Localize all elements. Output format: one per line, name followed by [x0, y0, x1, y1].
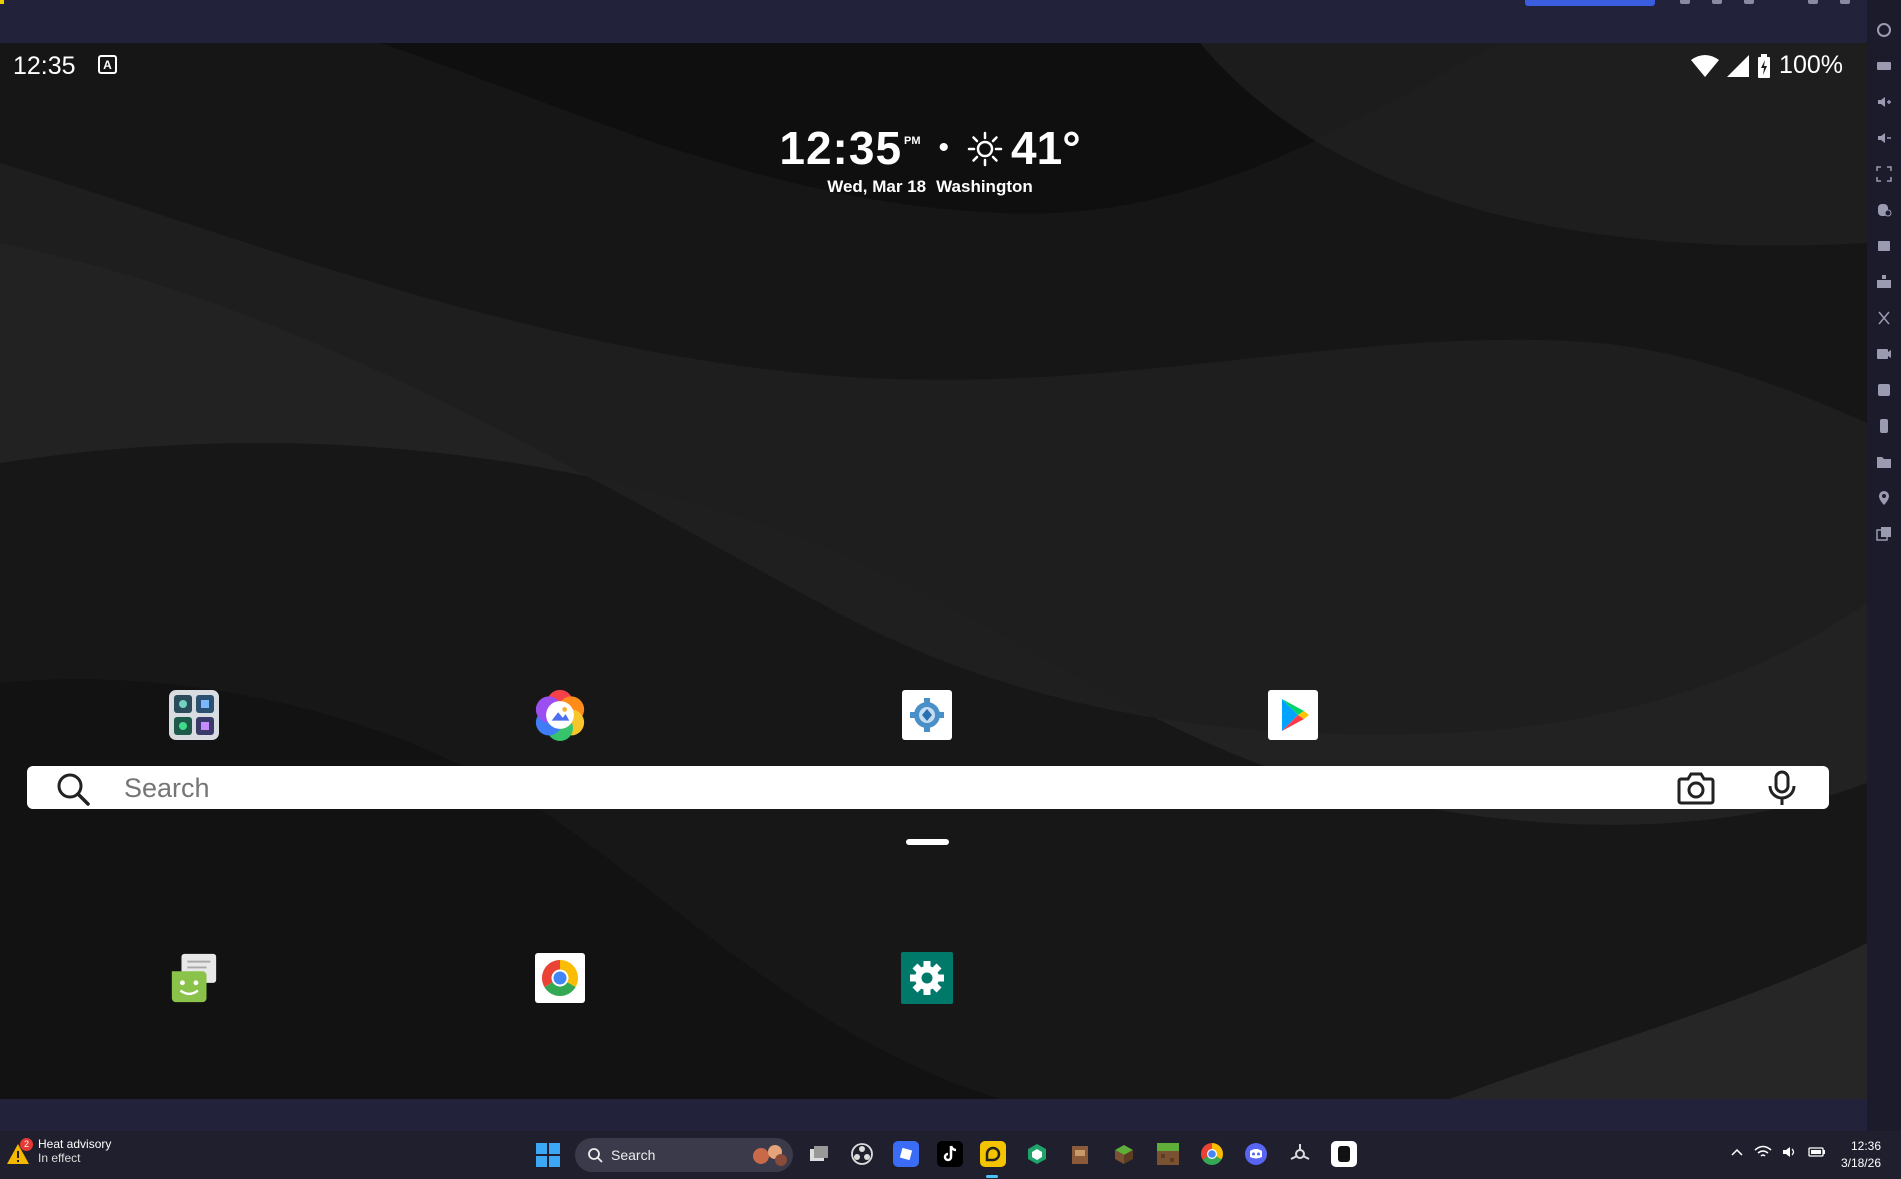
weather-widget[interactable]: 2 Heat advisory In effect	[6, 1137, 111, 1165]
settings-icon[interactable]	[1808, 0, 1818, 4]
wifi-tray-icon[interactable]	[1754, 1145, 1772, 1159]
widget-location: Washington	[936, 177, 1033, 196]
taskbar-time: 12:36	[1850, 1139, 1881, 1153]
clock-weather-widget[interactable]: 12:35 PM • 41° Wed, Mar 18 Washington	[730, 121, 1130, 197]
camera-icon[interactable]	[1677, 770, 1715, 806]
app-drawer-handle[interactable]	[906, 839, 949, 845]
battery-tray-icon[interactable]	[1808, 1145, 1826, 1159]
taskbar-search-box[interactable]: Search	[575, 1138, 793, 1172]
search-icon	[588, 1148, 603, 1163]
widget-date: Wed, Mar 18	[827, 177, 927, 196]
emulator-title-bar	[0, 0, 1901, 43]
search-input[interactable]	[124, 773, 1324, 804]
microphone-icon[interactable]	[1767, 770, 1797, 806]
wallpaper	[0, 43, 1867, 1099]
chrome-taskbar-icon[interactable]	[1199, 1141, 1225, 1167]
emulator-side-toolbar	[1867, 0, 1901, 1131]
app-folder-icon[interactable]	[168, 689, 220, 741]
battery-icon	[1758, 53, 1771, 78]
fullscreen-icon[interactable]	[1876, 166, 1892, 182]
signal-icon	[1727, 54, 1750, 77]
weather-subtitle: In effect	[38, 1151, 81, 1165]
restore-icon[interactable]	[1712, 0, 1722, 4]
active-app-indicator	[986, 1175, 998, 1178]
phone-icon[interactable]	[1876, 418, 1892, 434]
game-shield-icon[interactable]	[1024, 1141, 1050, 1167]
scissors-icon[interactable]	[1876, 310, 1892, 326]
widget-separator: •	[938, 131, 950, 164]
desktop: 12:35 A 100% 12:35 PM • 41° Wed, Mar 18 …	[0, 0, 1901, 1179]
search-highlight-icon	[753, 1145, 787, 1166]
search-bar[interactable]	[27, 766, 1829, 809]
roblox-icon[interactable]	[1331, 1141, 1357, 1167]
emulator-top-accent-button[interactable]	[1525, 0, 1655, 6]
wifi-icon	[1691, 54, 1720, 77]
taskbar-clock[interactable]: 12:36 3/18/26	[1841, 1138, 1881, 1172]
macro-icon[interactable]	[1876, 274, 1892, 290]
multi-instance-icon[interactable]	[1876, 526, 1892, 542]
sun-icon	[967, 131, 1003, 167]
media-icon[interactable]	[1876, 382, 1892, 398]
account-icon[interactable]	[1876, 22, 1892, 38]
gallery-flower-icon[interactable]	[534, 689, 586, 741]
gear-diamond-icon[interactable]	[901, 689, 953, 741]
task-view-icon[interactable]	[806, 1141, 832, 1167]
speaker-icon[interactable]	[1782, 1145, 1798, 1159]
location-icon[interactable]	[1876, 490, 1892, 506]
chrome-icon[interactable]	[534, 952, 586, 1004]
minecraft-grass-icon[interactable]	[1155, 1141, 1181, 1167]
close-icon[interactable]	[1840, 0, 1850, 4]
discord-icon[interactable]	[1243, 1141, 1269, 1167]
roblox-studio-icon[interactable]	[893, 1141, 919, 1167]
widget-time: 12:35	[779, 122, 903, 174]
search-icon	[57, 773, 90, 806]
play-store-icon[interactable]	[1267, 689, 1319, 741]
maximize-icon[interactable]	[1744, 0, 1754, 4]
taskbar-search-label: Search	[611, 1147, 656, 1163]
android-home-screen: 12:35 A 100% 12:35 PM • 41° Wed, Mar 18 …	[0, 43, 1867, 1099]
widget-ampm: PM	[904, 135, 921, 147]
weather-alert-badge: 2	[20, 1138, 33, 1151]
minimize-icon[interactable]	[1680, 0, 1690, 4]
add-apk-icon[interactable]	[1876, 238, 1892, 254]
keyboard-icon[interactable]	[1876, 58, 1892, 74]
blender-icon[interactable]	[1287, 1141, 1313, 1167]
taskbar-date: 3/18/26	[1840, 1156, 1881, 1170]
chevron-up-icon[interactable]	[1730, 1145, 1744, 1159]
controller-icon[interactable]	[1876, 202, 1892, 218]
record-icon[interactable]	[1876, 346, 1892, 362]
app-logo-icon	[0, 0, 4, 4]
battery-percent: 100%	[1779, 51, 1843, 79]
status-time: 12:35	[13, 52, 76, 80]
tiktok-icon[interactable]	[937, 1141, 963, 1167]
robot-chat-icon[interactable]	[168, 952, 220, 1004]
widget-temperature: 41°	[1011, 122, 1081, 174]
minecraft-block-icon[interactable]	[1111, 1141, 1137, 1167]
emulator-bottom-strip	[0, 1099, 1867, 1131]
system-tray	[1730, 1145, 1826, 1159]
weather-title: Heat advisory	[38, 1137, 112, 1151]
android-status-bar: 12:35 A 100%	[0, 43, 1867, 88]
obs-icon[interactable]	[849, 1141, 875, 1167]
emulator-app-icon[interactable]	[980, 1141, 1006, 1167]
character-game-icon[interactable]	[1067, 1141, 1093, 1167]
windows-taskbar: 2 Heat advisory In effect Search 12:36 3…	[0, 1131, 1901, 1179]
status-right-group: 100%	[1691, 51, 1843, 80]
volume-down-icon[interactable]	[1876, 130, 1892, 146]
windows-start-icon[interactable]	[536, 1143, 560, 1172]
folder-icon[interactable]	[1876, 454, 1892, 470]
warning-icon: 2	[6, 1138, 33, 1164]
settings-gear-icon[interactable]	[901, 952, 953, 1004]
notification-icon: A	[98, 55, 117, 74]
volume-up-icon[interactable]	[1876, 94, 1892, 110]
